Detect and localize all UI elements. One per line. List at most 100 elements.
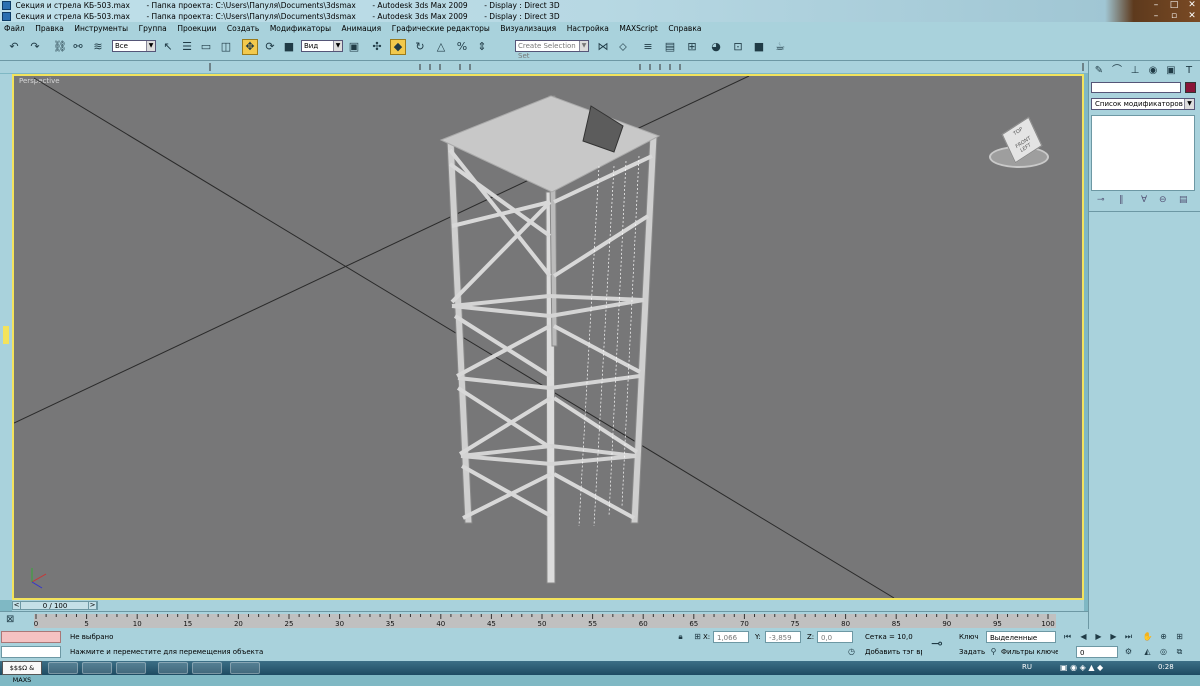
link-icon[interactable]: ⛓ (52, 39, 68, 55)
schematic-view-icon[interactable]: ⊞ (684, 39, 700, 55)
motion-tab-icon[interactable]: ◉ (1145, 64, 1161, 78)
material-editor-icon[interactable]: ◕ (708, 39, 724, 55)
taskbar-app-icon[interactable] (230, 662, 260, 674)
select-and-move-icon[interactable]: ✥ (242, 39, 258, 55)
selection-filter-dropdown[interactable]: Все ▼ (112, 40, 156, 52)
reference-coordinate-dropdown[interactable]: Вид ▼ (301, 40, 343, 52)
firefox-taskbar-icon[interactable] (116, 662, 146, 674)
menu-modifiers[interactable]: Модификаторы (266, 22, 335, 35)
zoom-icon[interactable]: ⊕ (1158, 631, 1169, 642)
snap-toggle-icon[interactable]: ↻ (412, 39, 428, 55)
select-object-icon[interactable]: ↖ (160, 39, 176, 55)
undo-icon[interactable]: ↶ (6, 39, 22, 55)
select-by-name-icon[interactable]: ☰ (179, 39, 195, 55)
time-slider[interactable]: 0 / 100 < > (12, 600, 1084, 611)
display-tab-icon[interactable]: ▣ (1163, 64, 1179, 78)
set-key-button[interactable]: Задать (956, 646, 986, 658)
minimize-icon[interactable]: – (1149, 11, 1163, 21)
restore-icon[interactable]: ▫ (1167, 11, 1181, 21)
create-tab-icon[interactable]: ✎ (1091, 64, 1107, 78)
utilities-tab-icon[interactable]: T (1181, 64, 1197, 78)
time-tag-icon[interactable]: ◷ (846, 646, 857, 657)
maxscript-listener-mini[interactable] (1, 631, 61, 643)
object-name-field[interactable] (1091, 82, 1181, 93)
menu-group[interactable]: Группа (135, 22, 171, 35)
menu-animation[interactable]: Анимация (338, 22, 386, 35)
orbit-icon[interactable]: ◎ (1158, 646, 1169, 657)
close-icon[interactable]: ✕ (1185, 0, 1199, 10)
taskbar-start-item[interactable]: $$$Ω & MAXS (2, 661, 42, 684)
hierarchy-tab-icon[interactable]: ⊥ (1127, 64, 1143, 78)
modifier-list-dropdown[interactable]: Список модификаторов ▼ (1091, 98, 1195, 110)
key-mode-dropdown[interactable]: Выделенные (986, 631, 1056, 643)
quick-render-icon[interactable]: ☕ (772, 39, 788, 55)
scroll-marker[interactable] (3, 326, 9, 344)
keyboard-shortcut-override-icon[interactable]: ◆ (390, 39, 406, 55)
language-indicator[interactable]: RU (1022, 663, 1032, 671)
modify-tab-icon[interactable]: ⌒ (1109, 64, 1125, 78)
play-icon[interactable]: ▶ (1093, 631, 1104, 642)
menu-tools[interactable]: Инструменты (70, 22, 132, 35)
menu-file[interactable]: Файл (0, 22, 29, 35)
make-unique-icon[interactable]: ∀ (1141, 195, 1147, 205)
spinner-snap-icon[interactable]: ⇕ (474, 39, 490, 55)
zoom-all-icon[interactable]: ⊞ (1174, 631, 1185, 642)
track-timeline[interactable]: 0 5 10 15 20 25 30 35 40 45 50 55 60 65 70 75 80 85 90 95 10… (34, 614, 1056, 628)
minimize-icon[interactable]: – (1149, 0, 1163, 10)
maximize-icon[interactable]: □ (1167, 0, 1181, 10)
pin-stack-icon[interactable]: ⊸ (1097, 195, 1105, 205)
explorer-taskbar-icon[interactable] (48, 662, 78, 674)
close-icon[interactable]: ✕ (1185, 11, 1199, 21)
mirror-icon[interactable]: ⋈ (595, 39, 611, 55)
next-frame-icon[interactable]: ▶ (1108, 631, 1119, 642)
menu-graph-editors[interactable]: Графические редакторы (388, 22, 494, 35)
remove-modifier-icon[interactable]: ⊖ (1159, 195, 1167, 205)
field-of-view-icon[interactable]: ◭ (1142, 646, 1153, 657)
previous-frame-icon[interactable]: ◀ (1078, 631, 1089, 642)
maxscript-mini-white[interactable] (1, 646, 61, 658)
menu-create[interactable]: Создать (223, 22, 263, 35)
rect-selection-region-icon[interactable]: ▭ (198, 39, 214, 55)
auto-key-button[interactable]: Ключ (956, 631, 986, 643)
folder-taskbar-icon[interactable] (158, 662, 188, 674)
perspective-viewport[interactable]: Perspective (12, 74, 1084, 600)
lock-selection-icon[interactable]: 🔒︎ (675, 631, 686, 642)
align-icon[interactable]: ⬦ (615, 39, 631, 55)
menu-edit[interactable]: Правка (31, 22, 68, 35)
render-setup-icon[interactable]: ⊡ (730, 39, 746, 55)
bind-space-warp-icon[interactable]: ≋ (90, 39, 106, 55)
prev-frame-arrow[interactable]: < (12, 601, 21, 610)
absolute-transform-icon[interactable]: ⊞ (692, 631, 703, 642)
rendered-frame-window-icon[interactable]: ■ (751, 39, 767, 55)
z-coordinate-field[interactable]: 0,0 (817, 631, 853, 643)
layer-manager-icon[interactable]: ≡ (640, 39, 656, 55)
select-and-scale-icon[interactable]: ■ (281, 39, 297, 55)
window-crossing-icon[interactable]: ◫ (218, 39, 234, 55)
menu-views[interactable]: Проекции (173, 22, 220, 35)
curve-editor-icon[interactable]: ▤ (662, 39, 678, 55)
menu-maxscript[interactable]: MAXScript (615, 22, 662, 35)
time-configuration-icon[interactable]: ⚙ (1123, 646, 1134, 657)
go-to-start-icon[interactable]: ⏮ (1062, 631, 1073, 642)
menu-help[interactable]: Справка (664, 22, 705, 35)
go-to-end-icon[interactable]: ⏭ (1123, 631, 1134, 642)
next-frame-arrow[interactable]: > (88, 601, 97, 610)
pivot-center-icon[interactable]: ▣ (346, 39, 362, 55)
y-coordinate-field[interactable]: -3,859 (765, 631, 801, 643)
unlink-icon[interactable]: ⚯ (70, 39, 86, 55)
modifier-stack[interactable] (1091, 115, 1195, 191)
current-frame-field[interactable]: 0 (1076, 646, 1118, 658)
menu-customize[interactable]: Настройка (563, 22, 613, 35)
viewcube[interactable]: TOP FRONT LEFT (989, 116, 1051, 170)
named-selection-set-dropdown[interactable]: Create Selection Set ▼ (515, 40, 589, 60)
percent-snap-icon[interactable]: % (454, 39, 470, 55)
set-key-icon[interactable]: ⊸ (924, 631, 950, 657)
manipulate-icon[interactable]: ✣ (369, 39, 385, 55)
select-and-rotate-icon[interactable]: ⟳ (262, 39, 278, 55)
object-color-swatch[interactable] (1185, 82, 1196, 93)
taskbar-app-icon[interactable] (82, 662, 112, 674)
tower-model[interactable] (439, 95, 661, 584)
clock[interactable]: 0:28 (1158, 663, 1174, 671)
show-end-result-icon[interactable]: ‖ (1119, 195, 1124, 205)
key-filters-button[interactable]: Фильтры ключей (998, 646, 1058, 658)
